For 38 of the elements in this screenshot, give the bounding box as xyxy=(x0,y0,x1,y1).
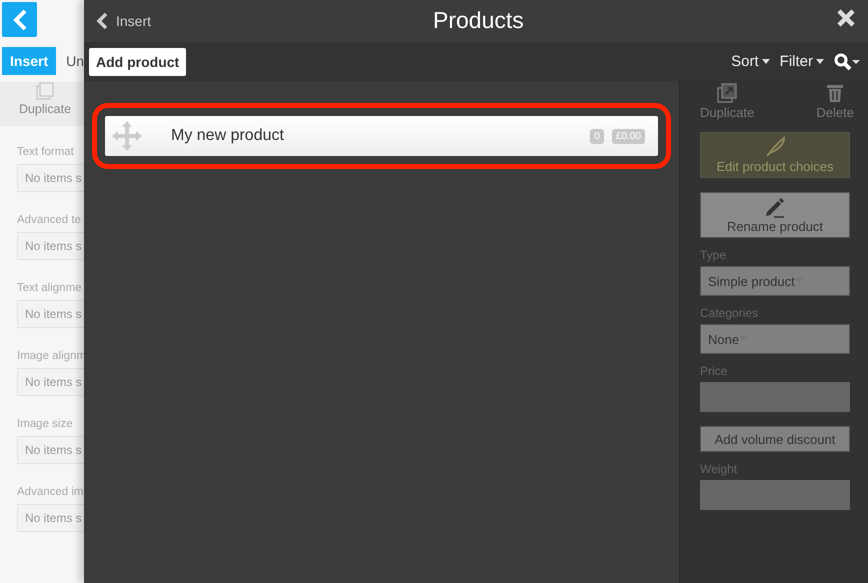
dropdown[interactable]: No items s xyxy=(17,436,84,464)
filter-button[interactable]: Filter xyxy=(780,53,824,70)
rename-button[interactable]: Rename product xyxy=(700,192,850,238)
input-field[interactable] xyxy=(700,480,850,510)
add-product-button[interactable]: Add product xyxy=(89,48,186,76)
product-name: My new product xyxy=(171,127,285,145)
dropdown[interactable]: None xyxy=(700,324,850,354)
duplicate-button[interactable]: Duplicate xyxy=(700,83,754,120)
search-icon[interactable] xyxy=(834,52,860,70)
volume-discount-button[interactable]: Add volume discount xyxy=(700,426,850,452)
field-label: Text alignme xyxy=(17,282,83,296)
tab[interactable]: Un xyxy=(66,47,84,75)
delete-button[interactable]: Delete xyxy=(816,83,854,120)
dropdown[interactable]: No items s xyxy=(17,232,84,260)
sort-button[interactable]: Sort xyxy=(731,53,770,70)
duplicate-label: Duplicate xyxy=(18,102,72,116)
dropdown[interactable]: No items s xyxy=(17,504,84,532)
chevron-left-icon xyxy=(96,12,108,30)
field-label: Advanced te xyxy=(17,214,82,228)
dropdown[interactable]: Simple product xyxy=(700,266,850,296)
caret-icon xyxy=(816,59,824,64)
field-label: Advanced im xyxy=(17,486,84,500)
dropdown[interactable]: No items s xyxy=(17,300,84,328)
dialog-title: Products xyxy=(433,7,524,34)
pencil-icon xyxy=(764,196,786,218)
move-icon[interactable] xyxy=(111,120,143,152)
tab[interactable]: Insert xyxy=(2,47,56,75)
caret-icon xyxy=(762,59,770,64)
back-button[interactable] xyxy=(2,2,37,37)
feather-icon xyxy=(764,136,786,158)
input-field[interactable] xyxy=(700,382,850,412)
dropdown[interactable]: No items s xyxy=(17,164,84,192)
field-label: Image size xyxy=(17,418,74,432)
chevron-left-icon xyxy=(12,8,28,30)
close-icon[interactable] xyxy=(836,8,856,28)
field-label: Text format xyxy=(17,146,75,160)
back-button[interactable]: Insert xyxy=(96,12,152,30)
dropdown[interactable]: No items s xyxy=(17,368,84,396)
